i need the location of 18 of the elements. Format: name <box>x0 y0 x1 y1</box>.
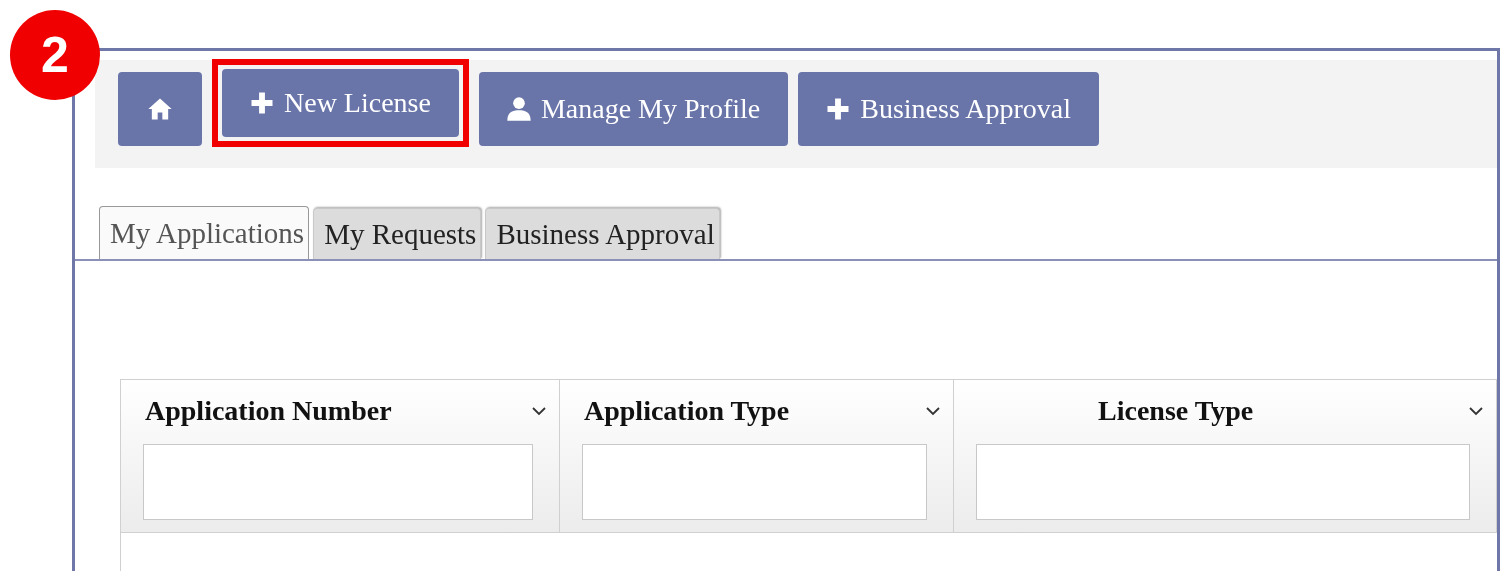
step-badge: 2 <box>10 10 100 100</box>
column-header: Application Type <box>584 395 790 427</box>
tab[interactable]: My Applications <box>99 206 310 259</box>
toolbar-button[interactable]: Business Approval <box>798 72 1099 146</box>
filter-field[interactable] <box>582 444 927 520</box>
home-button[interactable] <box>118 72 202 146</box>
filter-field[interactable] <box>976 444 1470 520</box>
filter-field[interactable] <box>143 444 533 520</box>
toolbar-button[interactable]: New License <box>222 69 459 137</box>
column-header: Application Number <box>145 395 392 427</box>
chevron-down-icon[interactable] <box>1468 406 1484 416</box>
tab[interactable]: My Requests <box>313 208 482 259</box>
chevron-down-icon[interactable] <box>531 406 547 416</box>
column-header: License Type <box>1098 395 1254 427</box>
tab[interactable]: Business Approval <box>485 208 720 259</box>
chevron-down-icon[interactable] <box>925 406 941 416</box>
person-icon <box>504 95 533 123</box>
toolbar-button[interactable]: Manage My Profile <box>478 72 789 146</box>
